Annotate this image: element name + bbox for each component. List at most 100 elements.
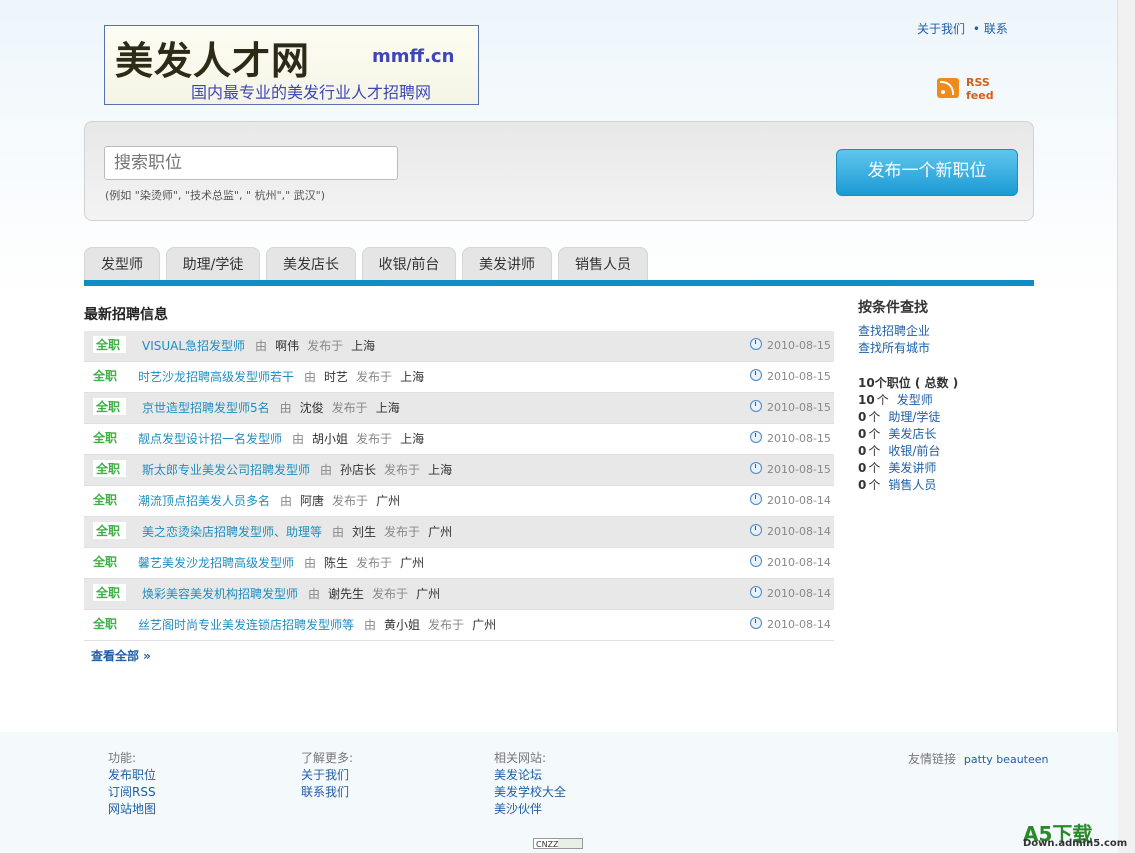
job-poster: 刘生 (352, 525, 377, 539)
category-counts: 10 个发型师 0 个助理/学徒 0 个美发店长 0 个收银/前台 0 个美发讲师 0 个销售人员 (858, 392, 1028, 494)
job-date: 2010-08-15 (767, 401, 831, 414)
tab-stylist[interactable]: 发型师 (84, 247, 160, 281)
footer-sitemap-link[interactable]: 网站地图 (108, 801, 156, 818)
tab-sales[interactable]: 销售人员 (558, 247, 648, 281)
category-unit: 个 (876, 393, 889, 407)
logo-domain: mmff.cn (372, 46, 455, 67)
clock-icon (750, 524, 762, 536)
sidebar-title: 按条件查找 (858, 300, 928, 316)
job-city[interactable]: 广州 (400, 556, 424, 570)
by-label: 由 (279, 401, 292, 415)
job-row: 全职 VISUAL急招发型师由啊伟 发布于 上海 2010-08-15 (84, 331, 834, 362)
job-title-link[interactable]: 潮流顶点招美发人员多名 (138, 494, 270, 508)
about-link[interactable]: 关于我们 (917, 22, 965, 36)
footer-schools-link[interactable]: 美发学校大全 (494, 784, 566, 801)
clock-icon (750, 462, 762, 474)
job-city[interactable]: 广州 (416, 587, 440, 601)
site-logo[interactable]: 美发人才网 mmff.cn 国内最专业的美发行业人才招聘网 (104, 25, 479, 105)
job-title-link[interactable]: 靓点发型设计招一名发型师 (138, 432, 282, 446)
posted-label: 发布于 (356, 432, 393, 446)
category-count: 0 (858, 478, 867, 492)
job-row: 全职 焕彩美容美发机构招聘发型师由谢先生 发布于 广州 2010-08-14 (84, 579, 834, 610)
job-city[interactable]: 上海 (400, 432, 424, 446)
job-title-link[interactable]: 焕彩美容美发机构招聘发型师 (142, 587, 298, 601)
total-count: 10个职位 ( 总数 ) (858, 376, 959, 390)
category-count-item: 10 个发型师 (858, 392, 1028, 409)
job-city[interactable]: 上海 (376, 401, 400, 415)
job-date: 2010-08-14 (767, 525, 831, 538)
category-count-item: 0 个收银/前台 (858, 443, 1028, 460)
job-city[interactable]: 广州 (428, 525, 452, 539)
footer-about-link[interactable]: 关于我们 (301, 767, 353, 784)
job-meta: 京世造型招聘发型师5名由沈俊 发布于 上海 (142, 399, 400, 416)
category-count: 0 (858, 427, 867, 441)
view-all-link[interactable]: 查看全部 » (91, 647, 151, 664)
job-title-link[interactable]: 丝艺阁时尚专业美发连锁店招聘发型师等 (138, 618, 354, 632)
category-link[interactable]: 美发讲师 (888, 461, 936, 475)
job-date: 2010-08-14 (767, 494, 831, 507)
category-count: 0 (858, 444, 867, 458)
post-job-button[interactable]: 发布一个新职位 (836, 149, 1018, 196)
search-hint: (例如 "染烫师", "技术总监", " 杭州"," 武汉") (105, 189, 326, 202)
job-poster: 啊伟 (275, 339, 300, 353)
contact-link[interactable]: 联系 (984, 22, 1008, 36)
category-link[interactable]: 助理/学徒 (888, 410, 940, 424)
job-type-badge: 全职 (93, 431, 118, 445)
rss-feed-link[interactable]: RSS feed (937, 76, 1015, 102)
category-link[interactable]: 销售人员 (888, 478, 936, 492)
by-label: 由 (308, 587, 321, 601)
job-city[interactable]: 广州 (472, 618, 496, 632)
job-title-link[interactable]: 美之恋烫染店招聘发型师、助理等 (142, 525, 322, 539)
by-label: 由 (364, 618, 377, 632)
footer-forum-link[interactable]: 美发论坛 (494, 767, 566, 784)
search-input[interactable] (104, 146, 398, 180)
category-unit: 个 (868, 427, 881, 441)
category-link[interactable]: 美发店长 (888, 427, 936, 441)
tab-assistant[interactable]: 助理/学徒 (166, 247, 260, 281)
clock-icon (750, 338, 762, 350)
tab-lecturer[interactable]: 美发讲师 (462, 247, 552, 281)
job-city[interactable]: 上海 (400, 370, 424, 384)
job-row: 全职 靓点发型设计招一名发型师由胡小姐 发布于 上海 2010-08-15 (84, 424, 834, 455)
clock-icon (750, 431, 762, 443)
cnzz-badge[interactable]: CNZZ (533, 838, 583, 849)
posted-label: 发布于 (307, 339, 344, 353)
job-poster: 黄小姐 (384, 618, 421, 632)
top-links: 关于我们 • 联系 (917, 20, 1008, 37)
job-city[interactable]: 上海 (428, 463, 452, 477)
section-title: 最新招聘信息 (84, 307, 168, 323)
job-title-link[interactable]: VISUAL急招发型师 (142, 339, 245, 353)
footer-partners-link[interactable]: 美沙伙伴 (494, 801, 566, 818)
job-title-link[interactable]: 京世造型招聘发型师5名 (142, 401, 270, 415)
category-unit: 个 (868, 444, 881, 458)
tab-cashier[interactable]: 收银/前台 (362, 247, 456, 281)
category-link[interactable]: 收银/前台 (888, 444, 940, 458)
clock-icon (750, 555, 762, 567)
job-title-link[interactable]: 时艺沙龙招聘高级发型师若干 (138, 370, 294, 384)
footer-contact-link[interactable]: 联系我们 (301, 784, 353, 801)
friend-label: 友情链接 (908, 752, 957, 766)
logo-subtitle: 国内最专业的美发行业人才招聘网 (191, 83, 432, 102)
footer-rss-link[interactable]: 订阅RSS (108, 784, 156, 801)
category-count: 0 (858, 410, 867, 424)
job-city[interactable]: 上海 (351, 339, 375, 353)
scrollbar[interactable] (1117, 0, 1135, 853)
footer-post-job-link[interactable]: 发布职位 (108, 767, 156, 784)
friend-link[interactable]: patty beauteen (964, 753, 1049, 766)
job-row: 全职 斯太郎专业美发公司招聘发型师由孙店长 发布于 上海 2010-08-15 (84, 455, 834, 486)
posted-label: 发布于 (384, 525, 421, 539)
job-title-link[interactable]: 馨艺美发沙龙招聘高级发型师 (138, 556, 294, 570)
job-meta: 焕彩美容美发机构招聘发型师由谢先生 发布于 广州 (142, 585, 440, 602)
tab-manager[interactable]: 美发店长 (266, 247, 356, 281)
job-meta: 时艺沙龙招聘高级发型师若干由时艺 发布于 上海 (138, 368, 424, 385)
category-link[interactable]: 发型师 (897, 393, 933, 407)
job-city[interactable]: 广州 (376, 494, 400, 508)
job-title-link[interactable]: 斯太郎专业美发公司招聘发型师 (142, 463, 310, 477)
find-companies-link[interactable]: 查找招聘企业 (858, 324, 930, 338)
category-count: 10 (858, 393, 875, 407)
job-type-badge: 全职 (93, 460, 127, 477)
job-type-badge: 全职 (93, 493, 118, 507)
clock-icon (750, 586, 762, 598)
find-cities-link[interactable]: 查找所有城市 (858, 341, 930, 355)
clock-icon (750, 617, 762, 629)
